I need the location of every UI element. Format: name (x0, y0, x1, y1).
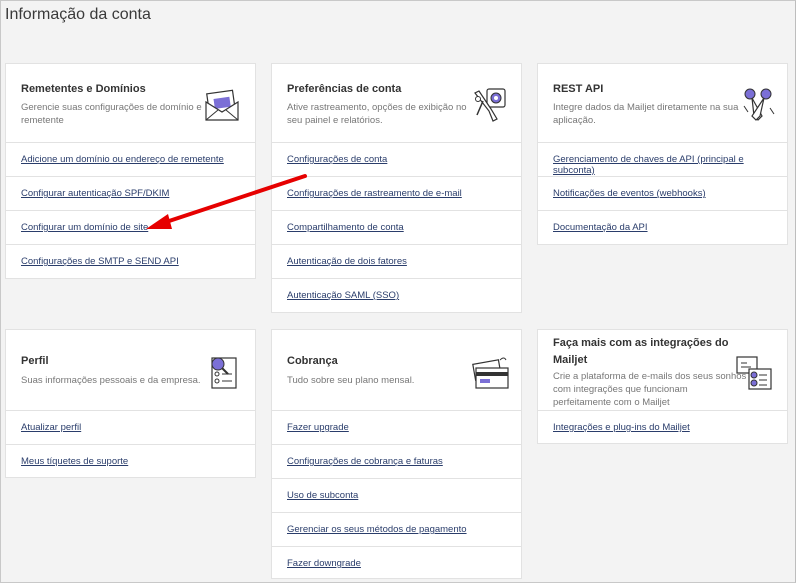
list-item: Uso de subconta (272, 479, 521, 513)
desc-line: aplicação. (553, 115, 596, 126)
billing-settings-link[interactable]: Configurações de cobrança e faturas (287, 456, 443, 467)
payment-methods-link[interactable]: Gerenciar os seus métodos de pagamento (287, 524, 467, 535)
integration-icon (735, 355, 775, 391)
list-item: Autenticação SAML (SSO) (272, 279, 521, 313)
support-tickets-link[interactable]: Meus tíquetes de suporte (21, 456, 128, 467)
desc-line: Suas informações pessoais e da empresa. (21, 375, 201, 386)
saml-sso-link[interactable]: Autenticação SAML (SSO) (287, 290, 399, 301)
keys-icon (740, 86, 776, 124)
two-factor-link[interactable]: Autenticação de dois fatores (287, 256, 407, 267)
list-item: Fazer downgrade (272, 547, 521, 581)
card-billing: Cobrança Tudo sobre seu plano mensal. Fa… (271, 329, 522, 579)
desc-line: Tudo sobre seu plano mensal. (287, 375, 415, 386)
list-item: Configurações de cobrança e faturas (272, 445, 521, 479)
desc-line: com integrações que funcionam (553, 384, 688, 395)
card-header: Cobrança Tudo sobre seu plano mensal. (272, 330, 521, 411)
list-item: Notificações de eventos (webhooks) (538, 177, 787, 211)
card-header: Preferências de conta Ative rastreamento… (272, 64, 521, 143)
card-description: Tudo sobre seu plano mensal. (287, 374, 414, 387)
card-header: Remetentes e Domínios Gerencie suas conf… (6, 64, 255, 143)
list-item: Configurações de conta (272, 143, 521, 177)
card-senders-domains: Remetentes e Domínios Gerencie suas conf… (5, 63, 256, 279)
webhooks-link[interactable]: Notificações de eventos (webhooks) (553, 188, 706, 199)
list-item: Fazer upgrade (272, 411, 521, 445)
desc-line: Gerencie suas configurações de domínio e (21, 102, 202, 113)
email-tracking-link[interactable]: Configurações de rastreamento de e-mail (287, 188, 462, 199)
list-item: Adicione um domínio ou endereço de remet… (6, 143, 255, 177)
update-profile-link[interactable]: Atualizar perfil (21, 422, 81, 433)
card-title: Preferências de conta (287, 83, 402, 95)
subaccount-usage-link[interactable]: Uso de subconta (287, 490, 358, 501)
card-description: Ative rastreamento, opções de exibição n… (287, 101, 467, 127)
card-description: Gerencie suas configurações de domínio e… (21, 101, 202, 127)
card-description: Integre dados da Mailjet diretamente na … (553, 101, 738, 127)
account-settings-link[interactable]: Configurações de conta (287, 154, 387, 165)
card-title: REST API (553, 83, 604, 95)
envelope-icon (204, 86, 242, 122)
card-title: Remetentes e Domínios (21, 83, 146, 95)
list-item: Integrações e plug-ins do Mailjet (538, 411, 787, 445)
card-header: Faça mais com as integrações do Mailjet … (538, 330, 787, 411)
upgrade-link[interactable]: Fazer upgrade (287, 422, 349, 433)
card-rest-api: REST API Integre dados da Mailjet direta… (537, 63, 788, 245)
api-docs-link[interactable]: Documentação da API (553, 222, 648, 233)
card-description: Suas informações pessoais e da empresa. (21, 374, 201, 387)
smtp-send-api-link[interactable]: Configurações de SMTP e SEND API (21, 256, 179, 267)
card-integrations: Faça mais com as integrações do Mailjet … (537, 329, 788, 444)
desc-line: perfeitamente com o Mailjet (553, 397, 670, 408)
list-item: Configurar um domínio de site (6, 211, 255, 245)
list-item: Configurações de rastreamento de e-mail (272, 177, 521, 211)
list-item: Configurar autenticação SPF/DKIM (6, 177, 255, 211)
desc-line: remetente (21, 115, 64, 126)
card-header: Perfil Suas informações pessoais e da em… (6, 330, 255, 411)
title-line: Mailjet (553, 354, 588, 366)
card-profile: Perfil Suas informações pessoais e da em… (5, 329, 256, 478)
list-item: Compartilhamento de conta (272, 211, 521, 245)
list-item: Gerenciar os seus métodos de pagamento (272, 513, 521, 547)
list-item: Documentação da API (538, 211, 787, 245)
add-domain-link[interactable]: Adicione um domínio ou endereço de remet… (21, 154, 224, 165)
title-line: Faça mais com as integrações do (553, 337, 729, 349)
profile-card-icon (206, 354, 240, 390)
spf-dkim-link[interactable]: Configurar autenticação SPF/DKIM (21, 188, 169, 199)
card-description: Crie a plataforma de e-mails dos seus so… (553, 370, 746, 409)
card-title: Cobrança (287, 355, 338, 367)
tools-icon (471, 85, 509, 125)
list-item: Meus tíquetes de suporte (6, 445, 255, 479)
api-keys-link[interactable]: Gerenciamento de chaves de API (principa… (553, 154, 787, 176)
card-title: Perfil (21, 355, 49, 367)
account-sharing-link[interactable]: Compartilhamento de conta (287, 222, 404, 233)
card-header: REST API Integre dados da Mailjet direta… (538, 64, 787, 143)
card-title: Faça mais com as integrações do Mailjet (553, 335, 728, 369)
desc-line: seu painel e relatórios. (287, 115, 383, 126)
credit-card-icon (470, 356, 510, 390)
downgrade-link[interactable]: Fazer downgrade (287, 558, 361, 569)
page-title: Informação da conta (5, 6, 151, 23)
list-item: Autenticação de dois fatores (272, 245, 521, 279)
card-account-preferences: Preferências de conta Ative rastreamento… (271, 63, 522, 313)
site-domain-link[interactable]: Configurar um domínio de site (21, 222, 148, 233)
list-item: Gerenciamento de chaves de API (principa… (538, 143, 787, 177)
list-item: Atualizar perfil (6, 411, 255, 445)
desc-line: Integre dados da Mailjet diretamente na … (553, 102, 739, 113)
list-item: Configurações de SMTP e SEND API (6, 245, 255, 279)
desc-line: Ative rastreamento, opções de exibição n… (287, 102, 467, 113)
desc-line: Crie a plataforma de e-mails dos seus so… (553, 371, 747, 382)
integrations-plugins-link[interactable]: Integrações e plug-ins do Mailjet (553, 422, 690, 433)
